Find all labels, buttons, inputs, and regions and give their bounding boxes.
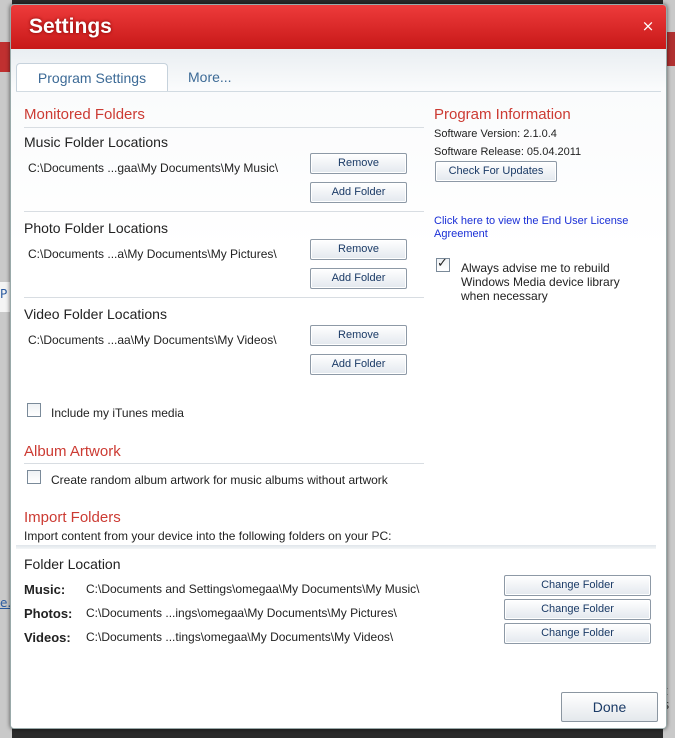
- tab-program-settings[interactable]: Program Settings: [16, 63, 168, 92]
- monitored-folders-title: Monitored Folders: [24, 106, 145, 123]
- tab-more[interactable]: More...: [188, 63, 232, 91]
- music-folder-locations-label: Music Folder Locations: [24, 134, 168, 150]
- change-photos-folder-button[interactable]: Change Folder: [504, 599, 651, 620]
- video-folder-locations-label: Video Folder Locations: [24, 306, 167, 322]
- import-videos-label: Videos:: [24, 630, 71, 645]
- photo-remove-button[interactable]: Remove: [310, 239, 407, 260]
- music-folder-path: C:\Documents ...gaa\My Documents\My Musi…: [28, 161, 279, 175]
- dialog-title: Settings: [29, 15, 112, 38]
- album-artwork-title: Album Artwork: [24, 443, 121, 460]
- settings-dialog: Settings × Program Settings More... Moni…: [10, 4, 667, 729]
- divider: [24, 211, 424, 212]
- album-artwork-label: Create random album artwork for music al…: [51, 473, 388, 487]
- photo-folder-locations-label: Photo Folder Locations: [24, 220, 168, 236]
- music-add-folder-button[interactable]: Add Folder: [310, 182, 407, 203]
- itunes-media-label: Include my iTunes media: [51, 406, 184, 420]
- album-artwork-checkbox[interactable]: [27, 470, 41, 484]
- import-music-path: C:\Documents and Settings\omegaa\My Docu…: [86, 582, 420, 596]
- import-photos-label: Photos:: [24, 606, 73, 621]
- divider: [24, 127, 424, 128]
- rebuild-library-checkbox[interactable]: [436, 256, 450, 272]
- photo-folder-path: C:\Documents ...a\My Documents\My Pictur…: [28, 247, 277, 261]
- import-section-divider: [16, 545, 656, 549]
- title-bar: Settings ×: [11, 5, 666, 50]
- import-videos-path: C:\Documents ...tings\omegaa\My Document…: [86, 630, 394, 644]
- software-release: Software Release: 05.04.2011: [434, 146, 582, 158]
- program-information-title: Program Information: [434, 106, 571, 123]
- change-videos-folder-button[interactable]: Change Folder: [504, 623, 651, 644]
- music-remove-button[interactable]: Remove: [310, 153, 407, 174]
- photo-add-folder-button[interactable]: Add Folder: [310, 268, 407, 289]
- divider: [24, 297, 424, 298]
- divider: [24, 463, 424, 464]
- video-remove-button[interactable]: Remove: [310, 325, 407, 346]
- rebuild-library-label: Always advise me to rebuild Windows Medi…: [461, 261, 620, 303]
- background-text-fragment: P: [0, 287, 8, 301]
- software-version: Software Version: 2.1.0.4: [434, 128, 557, 140]
- video-add-folder-button[interactable]: Add Folder: [310, 354, 407, 375]
- tab-panel-divider: [16, 91, 661, 92]
- close-icon[interactable]: ×: [640, 17, 656, 35]
- import-folders-description: Import content from your device into the…: [24, 529, 392, 543]
- import-music-label: Music:: [24, 582, 66, 597]
- import-photos-path: C:\Documents ...ings\omegaa\My Documents…: [86, 606, 397, 620]
- change-music-folder-button[interactable]: Change Folder: [504, 575, 651, 596]
- video-folder-path: C:\Documents ...aa\My Documents\My Video…: [28, 333, 277, 347]
- folder-location-heading: Folder Location: [24, 556, 121, 572]
- check-for-updates-button[interactable]: Check For Updates: [435, 161, 557, 182]
- done-button[interactable]: Done: [561, 692, 658, 722]
- itunes-media-checkbox[interactable]: [27, 403, 41, 417]
- dialog-body: Program Settings More... Monitored Folde…: [11, 49, 666, 728]
- import-folders-title: Import Folders: [24, 509, 121, 526]
- eula-link[interactable]: Click here to view the End User License …: [434, 215, 644, 241]
